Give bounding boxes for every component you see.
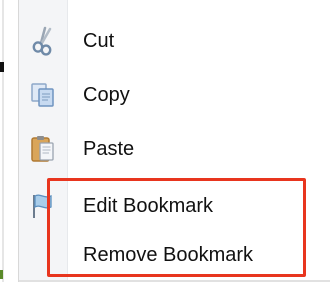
copy-icon bbox=[19, 68, 67, 122]
window-edge-line bbox=[2, 0, 4, 282]
menu-item-label: Copy bbox=[83, 83, 130, 106]
menu-item-label: Paste bbox=[83, 137, 135, 160]
menu-item-paste[interactable]: Paste bbox=[19, 122, 330, 176]
background-window-edge bbox=[0, 0, 19, 282]
background-icon-fragment bbox=[0, 270, 3, 279]
background-text-fragment bbox=[0, 62, 4, 72]
clipboard-icon bbox=[19, 122, 67, 176]
scissors-icon bbox=[19, 14, 67, 68]
menu-item-copy[interactable]: Copy bbox=[19, 68, 330, 122]
menu-item-label: Cut bbox=[83, 29, 115, 52]
bookmark-items-highlight bbox=[47, 178, 306, 277]
screenshot-stage: Cut Copy Paste Edit Bookmark Remove Book… bbox=[0, 0, 330, 282]
menu-item-cut[interactable]: Cut bbox=[19, 14, 330, 68]
